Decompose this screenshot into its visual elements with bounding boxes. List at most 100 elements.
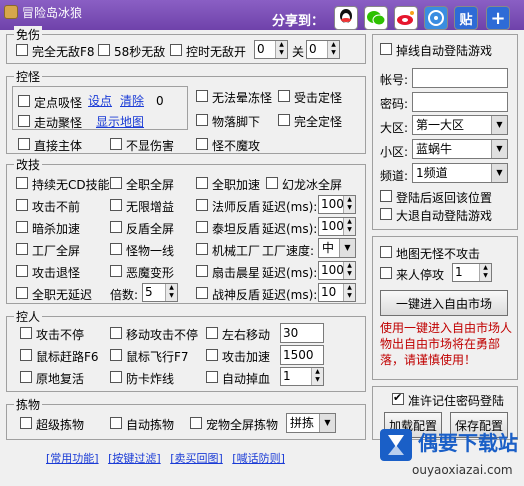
- map-no-attack-checkbox[interactable]: [380, 246, 392, 258]
- hold-no-cd-checkbox[interactable]: [16, 177, 28, 189]
- hit-fixed-label: 受击定怪: [294, 91, 343, 105]
- skills-title: 改技: [14, 156, 43, 173]
- channel-select[interactable]: 1频道 ▼: [412, 163, 508, 183]
- auto-drop-spinner[interactable]: 1 ▲ ▼: [280, 367, 324, 386]
- anti-card-bomb-checkbox[interactable]: [110, 371, 122, 383]
- mouse-fly-label: 鼠标飞行F7: [126, 350, 189, 364]
- hold-no-cd-label: 持续无CD技能: [32, 178, 110, 192]
- factory-speed-select[interactable]: 中 ▼: [318, 238, 356, 258]
- left-right-move-label: 左右移动: [222, 328, 271, 342]
- password-input[interactable]: [412, 92, 508, 112]
- attack-retreat-checkbox[interactable]: [16, 265, 28, 277]
- clear-link[interactable]: 清除: [120, 92, 144, 109]
- remember-password-checkbox[interactable]: [392, 391, 404, 405]
- auto-relogin-checkbox[interactable]: [380, 43, 392, 55]
- weibo-icon[interactable]: [394, 6, 418, 30]
- tie-icon[interactable]: 贴: [454, 6, 478, 30]
- qq-icon[interactable]: [334, 6, 358, 30]
- key-filter-link[interactable]: [按键过滤]: [108, 452, 161, 465]
- auto-pickup-checkbox[interactable]: [110, 417, 122, 429]
- mage-shield-checkbox[interactable]: [196, 199, 208, 211]
- auto-login-big-checkbox[interactable]: [380, 208, 392, 220]
- set-point-link[interactable]: 设点: [88, 92, 112, 109]
- buy-sell-link[interactable]: [卖买回图]: [170, 452, 223, 465]
- sector-morning-checkbox[interactable]: [196, 265, 208, 277]
- reflect-screen-label: 反盾全屏: [126, 222, 175, 236]
- machine-factory-checkbox[interactable]: [196, 243, 208, 255]
- left-right-move-checkbox[interactable]: [206, 327, 218, 339]
- no-magic-checkbox[interactable]: [196, 138, 208, 150]
- infinite-gain-label: 无限增益: [126, 200, 175, 214]
- enter-market-button[interactable]: 一键进入自由市场: [380, 290, 508, 316]
- no-freeze-checkbox[interactable]: [196, 90, 208, 102]
- shout-rule-link[interactable]: [喊话防则]: [232, 452, 285, 465]
- pengyou-icon[interactable]: [424, 6, 448, 30]
- walk-gather-checkbox[interactable]: [18, 115, 30, 127]
- hit-fixed-checkbox[interactable]: [278, 90, 290, 102]
- illusion-screen-checkbox[interactable]: [266, 177, 278, 189]
- super-pickup-label: 超级拣物: [36, 418, 85, 432]
- common-functions-link[interactable]: [常用功能]: [46, 452, 99, 465]
- factory-speed-label: 工厂速度:: [262, 244, 315, 258]
- all-job-speed-checkbox[interactable]: [196, 177, 208, 189]
- shadow-speed-checkbox[interactable]: [16, 221, 28, 233]
- attack-speed-value[interactable]: 1500: [280, 345, 324, 365]
- control-time-label: 控时无敌开: [186, 45, 247, 59]
- attack-retreat-label: 攻击退怪: [32, 266, 81, 280]
- mouse-jump-checkbox[interactable]: [20, 349, 32, 361]
- sector-delay-spinner[interactable]: 100 ▲ ▼: [318, 261, 356, 280]
- bottom-links: [常用功能] [按键过滤] [卖买回图] [喊话防则]: [46, 450, 291, 466]
- war-god-delay-spinner[interactable]: 10 ▲ ▼: [318, 283, 356, 302]
- attack-no-move-checkbox[interactable]: [16, 199, 28, 211]
- monster-line-checkbox[interactable]: [110, 243, 122, 255]
- no-damage-checkbox[interactable]: [110, 138, 122, 150]
- mouse-fly-checkbox[interactable]: [110, 349, 122, 361]
- all-job-no-delay-checkbox[interactable]: [16, 287, 28, 299]
- auto-drop-checkbox[interactable]: [206, 371, 218, 383]
- super-pickup-checkbox[interactable]: [20, 417, 32, 429]
- reflect-screen-checkbox[interactable]: [110, 221, 122, 233]
- titan-delay-spinner[interactable]: 100 ▲ ▼: [318, 217, 356, 236]
- region-select[interactable]: 第一大区 ▼: [412, 115, 508, 135]
- invincible-off-spinner[interactable]: 0 ▲ ▼: [306, 40, 340, 59]
- stop-on-people-spinner[interactable]: 1 ▲ ▼: [452, 263, 492, 282]
- account-input[interactable]: [412, 68, 508, 88]
- all-job-speed-label: 全职加速: [212, 178, 261, 192]
- mage-delay-spinner[interactable]: 100 ▲ ▼: [318, 195, 356, 214]
- infinite-gain-checkbox[interactable]: [110, 199, 122, 211]
- multiplier-label: 倍数:: [110, 288, 139, 302]
- move-attack-nonstop-checkbox[interactable]: [110, 327, 122, 339]
- all-job-screen-checkbox[interactable]: [110, 177, 122, 189]
- full-invincible-label: 完全无敌F8: [32, 45, 95, 59]
- full-invincible-checkbox[interactable]: [16, 44, 28, 56]
- left-right-value[interactable]: 30: [280, 323, 324, 343]
- plus-icon[interactable]: +: [486, 6, 510, 30]
- war-god-shield-checkbox[interactable]: [196, 287, 208, 299]
- factory-screen-checkbox[interactable]: [16, 243, 28, 255]
- auto-relogin-label: 掉线自动登陆游戏: [396, 44, 493, 58]
- titan-shield-checkbox[interactable]: [196, 221, 208, 233]
- attack-nonstop-checkbox[interactable]: [20, 327, 32, 339]
- show-map-link[interactable]: 显示地图: [96, 113, 144, 130]
- subregion-select[interactable]: 蓝蜗牛 ▼: [412, 139, 508, 159]
- demon-transform-checkbox[interactable]: [110, 265, 122, 277]
- control-time-checkbox[interactable]: [170, 44, 182, 56]
- multiplier-spinner[interactable]: 5 ▲ ▼: [142, 283, 178, 302]
- full-fixed-checkbox[interactable]: [278, 114, 290, 126]
- fixed-suck-checkbox[interactable]: [18, 95, 30, 107]
- stop-on-people-label: 来人停攻: [396, 268, 445, 282]
- pet-full-screen-checkbox[interactable]: [190, 417, 202, 429]
- stop-on-people-checkbox[interactable]: [380, 267, 392, 279]
- return-after-login-checkbox[interactable]: [380, 190, 392, 202]
- demon-transform-label: 恶魔变形: [126, 266, 175, 280]
- wechat-icon[interactable]: [364, 6, 388, 30]
- revive-in-place-checkbox[interactable]: [20, 371, 32, 383]
- sec58-checkbox[interactable]: [98, 44, 110, 56]
- invincible-on-spinner[interactable]: 0 ▲ ▼: [254, 40, 288, 59]
- item-foot-checkbox[interactable]: [196, 114, 208, 126]
- pickup-mode-select[interactable]: 拼拣 ▼: [286, 413, 336, 433]
- sec58-label: 58秒无敌: [114, 45, 166, 59]
- attack-body-checkbox[interactable]: [18, 138, 30, 150]
- attack-speed-checkbox[interactable]: [206, 349, 218, 361]
- all-job-no-delay-label: 全职无延迟: [32, 288, 93, 302]
